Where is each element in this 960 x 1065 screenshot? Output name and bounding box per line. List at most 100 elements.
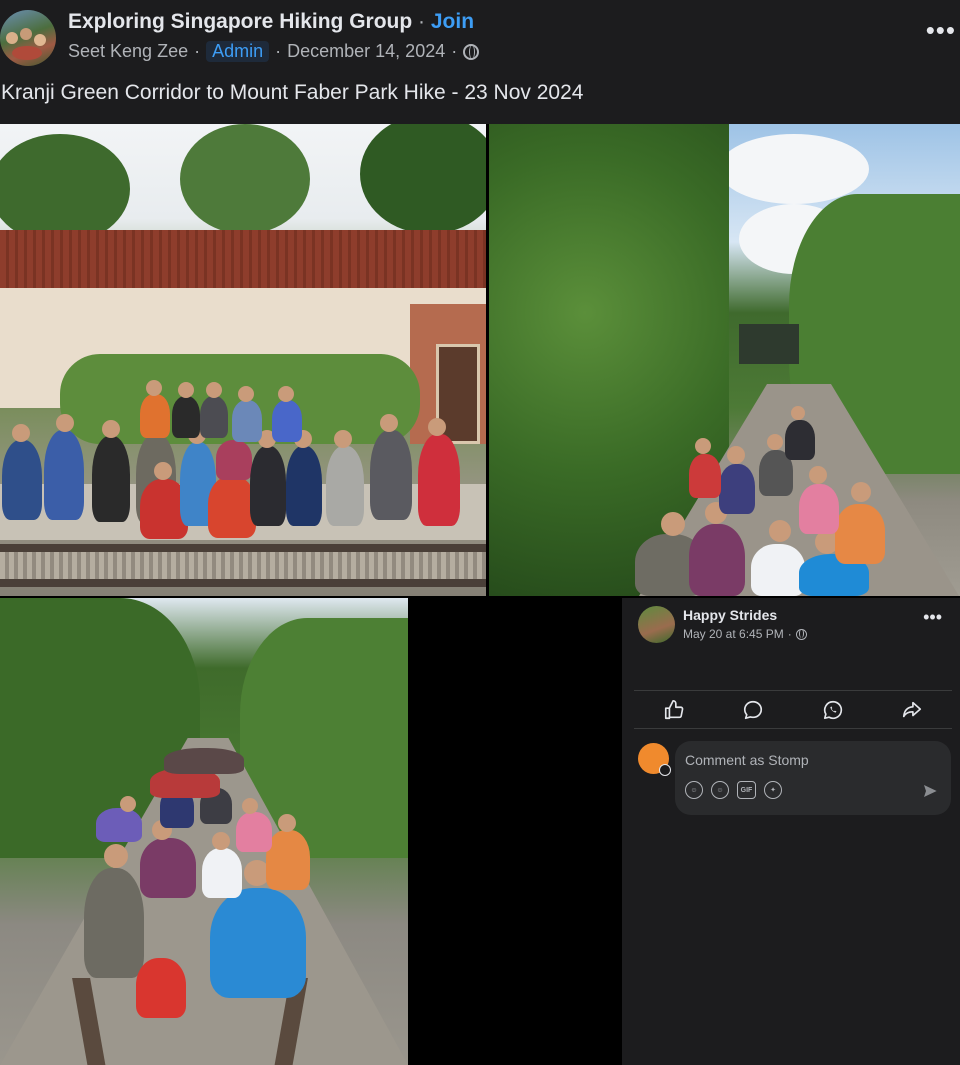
station-roof (0, 230, 486, 288)
rail-gravel (0, 552, 486, 579)
hiker-head (104, 844, 128, 868)
hike-photo-corridor[interactable] (489, 124, 960, 596)
hiker-head (428, 418, 446, 436)
post-date[interactable]: December 14, 2024 (287, 41, 445, 62)
hiker-head (212, 832, 230, 850)
photo-tree (180, 124, 310, 234)
hiker-figure (719, 464, 755, 514)
hike-photo-station[interactable] (0, 124, 486, 596)
group-avatar[interactable] (0, 10, 56, 66)
hiker-figure (835, 504, 885, 564)
hiker-figure (96, 808, 142, 842)
globe-icon (795, 628, 807, 640)
gif-icon[interactable]: GIF (737, 781, 756, 799)
hiker-figure (140, 394, 170, 438)
hiker-head (238, 386, 254, 402)
hiker-figure (216, 440, 252, 480)
comment-input[interactable] (685, 749, 925, 771)
hiker-head (695, 438, 711, 454)
photo-bridge (739, 324, 799, 364)
hiker-head (851, 482, 871, 502)
hiker-head (334, 430, 352, 448)
hiker-figure (44, 430, 84, 520)
image-gap (408, 598, 622, 1065)
hiker-head (769, 520, 791, 542)
comment-composer[interactable]: ☺ ☺ GIF ✦ (675, 741, 951, 815)
hike-photo-track[interactable] (0, 598, 408, 1065)
hiker-head (809, 466, 827, 484)
hiker-figure (210, 888, 306, 998)
photo-tree (0, 134, 130, 244)
send-icon[interactable] (921, 783, 939, 799)
hiker-head (12, 424, 30, 442)
comment-panel: Happy Strides May 20 at 6:45 PM · ••• Co… (622, 598, 960, 1065)
hiker-figure (92, 436, 130, 522)
hiker-figure (200, 396, 228, 438)
share-icon (903, 701, 922, 717)
hiker-head (154, 462, 172, 480)
hiker-figure (232, 400, 262, 442)
group-name-link[interactable]: Exploring Singapore Hiking Group (68, 10, 412, 33)
like-button[interactable] (654, 695, 694, 725)
more-options-icon[interactable]: ••• (926, 17, 956, 43)
hiker-figure (266, 830, 310, 890)
hiker-figure (172, 396, 200, 438)
comment-button[interactable] (733, 695, 773, 725)
more-options-icon[interactable]: ••• (923, 608, 942, 626)
sticker-icon[interactable]: ✦ (764, 781, 782, 799)
rail-track (0, 544, 486, 552)
hiker-figure (799, 484, 839, 534)
photo-cloud (719, 134, 869, 204)
hiker-figure (250, 446, 286, 526)
share-button[interactable] (892, 695, 932, 725)
hiker-figure (140, 838, 196, 898)
admin-badge: Admin (206, 41, 270, 62)
author-name[interactable]: Seet Keng Zee (68, 41, 188, 62)
hiker-figure (208, 476, 256, 538)
meta-separator: · (275, 41, 282, 61)
hiker-head (242, 798, 258, 814)
poster-avatar[interactable] (638, 606, 675, 643)
hiker-figure (286, 446, 322, 526)
chevron-down-icon[interactable] (659, 764, 671, 776)
emoji-icon[interactable]: ☺ (711, 781, 729, 799)
hiker-head (278, 814, 296, 832)
whatsapp-button[interactable] (813, 695, 853, 725)
post-actions (634, 691, 952, 728)
hiker-head (380, 414, 398, 432)
photo-tree (360, 124, 486, 234)
post-meta: Seet Keng Zee · Admin · December 14, 202… (68, 41, 480, 62)
poster-name[interactable]: Happy Strides (683, 607, 777, 623)
join-button[interactable]: Join (431, 10, 474, 33)
hiker-figure (785, 420, 815, 460)
like-icon (664, 699, 684, 719)
hiker-figure (370, 430, 412, 520)
rail-track (0, 579, 486, 587)
commenter-avatar[interactable] (638, 743, 671, 776)
hiker-head (178, 382, 194, 398)
post-timestamp: May 20 at 6:45 PM · (683, 627, 807, 641)
hiker-head (146, 380, 162, 396)
hiker-figure (84, 868, 144, 978)
whatsapp-icon (823, 700, 842, 719)
meta-separator: · (787, 627, 792, 641)
post-caption: Kranji Green Corridor to Mount Faber Par… (1, 81, 584, 104)
hiker-figure (136, 958, 186, 1018)
meta-separator: · (451, 41, 458, 61)
hiker-head (56, 414, 74, 432)
hiker-head (767, 434, 783, 450)
hiker-figure (689, 524, 745, 596)
meta-separator: · (194, 41, 201, 61)
hiker-figure (272, 400, 302, 442)
title-separator: · (418, 10, 431, 33)
comment-icon (744, 700, 763, 719)
timestamp-text[interactable]: May 20 at 6:45 PM (683, 627, 784, 641)
avatar-sticker-icon[interactable]: ☺ (685, 781, 703, 799)
post-title-line: Exploring Singapore Hiking Group · Join (68, 10, 474, 34)
hiker-figure (164, 748, 244, 774)
divider (634, 728, 952, 729)
hiker-head (120, 796, 136, 812)
hiker-head (791, 406, 805, 420)
hiker-figure (236, 812, 272, 852)
hiker-head (278, 386, 294, 402)
